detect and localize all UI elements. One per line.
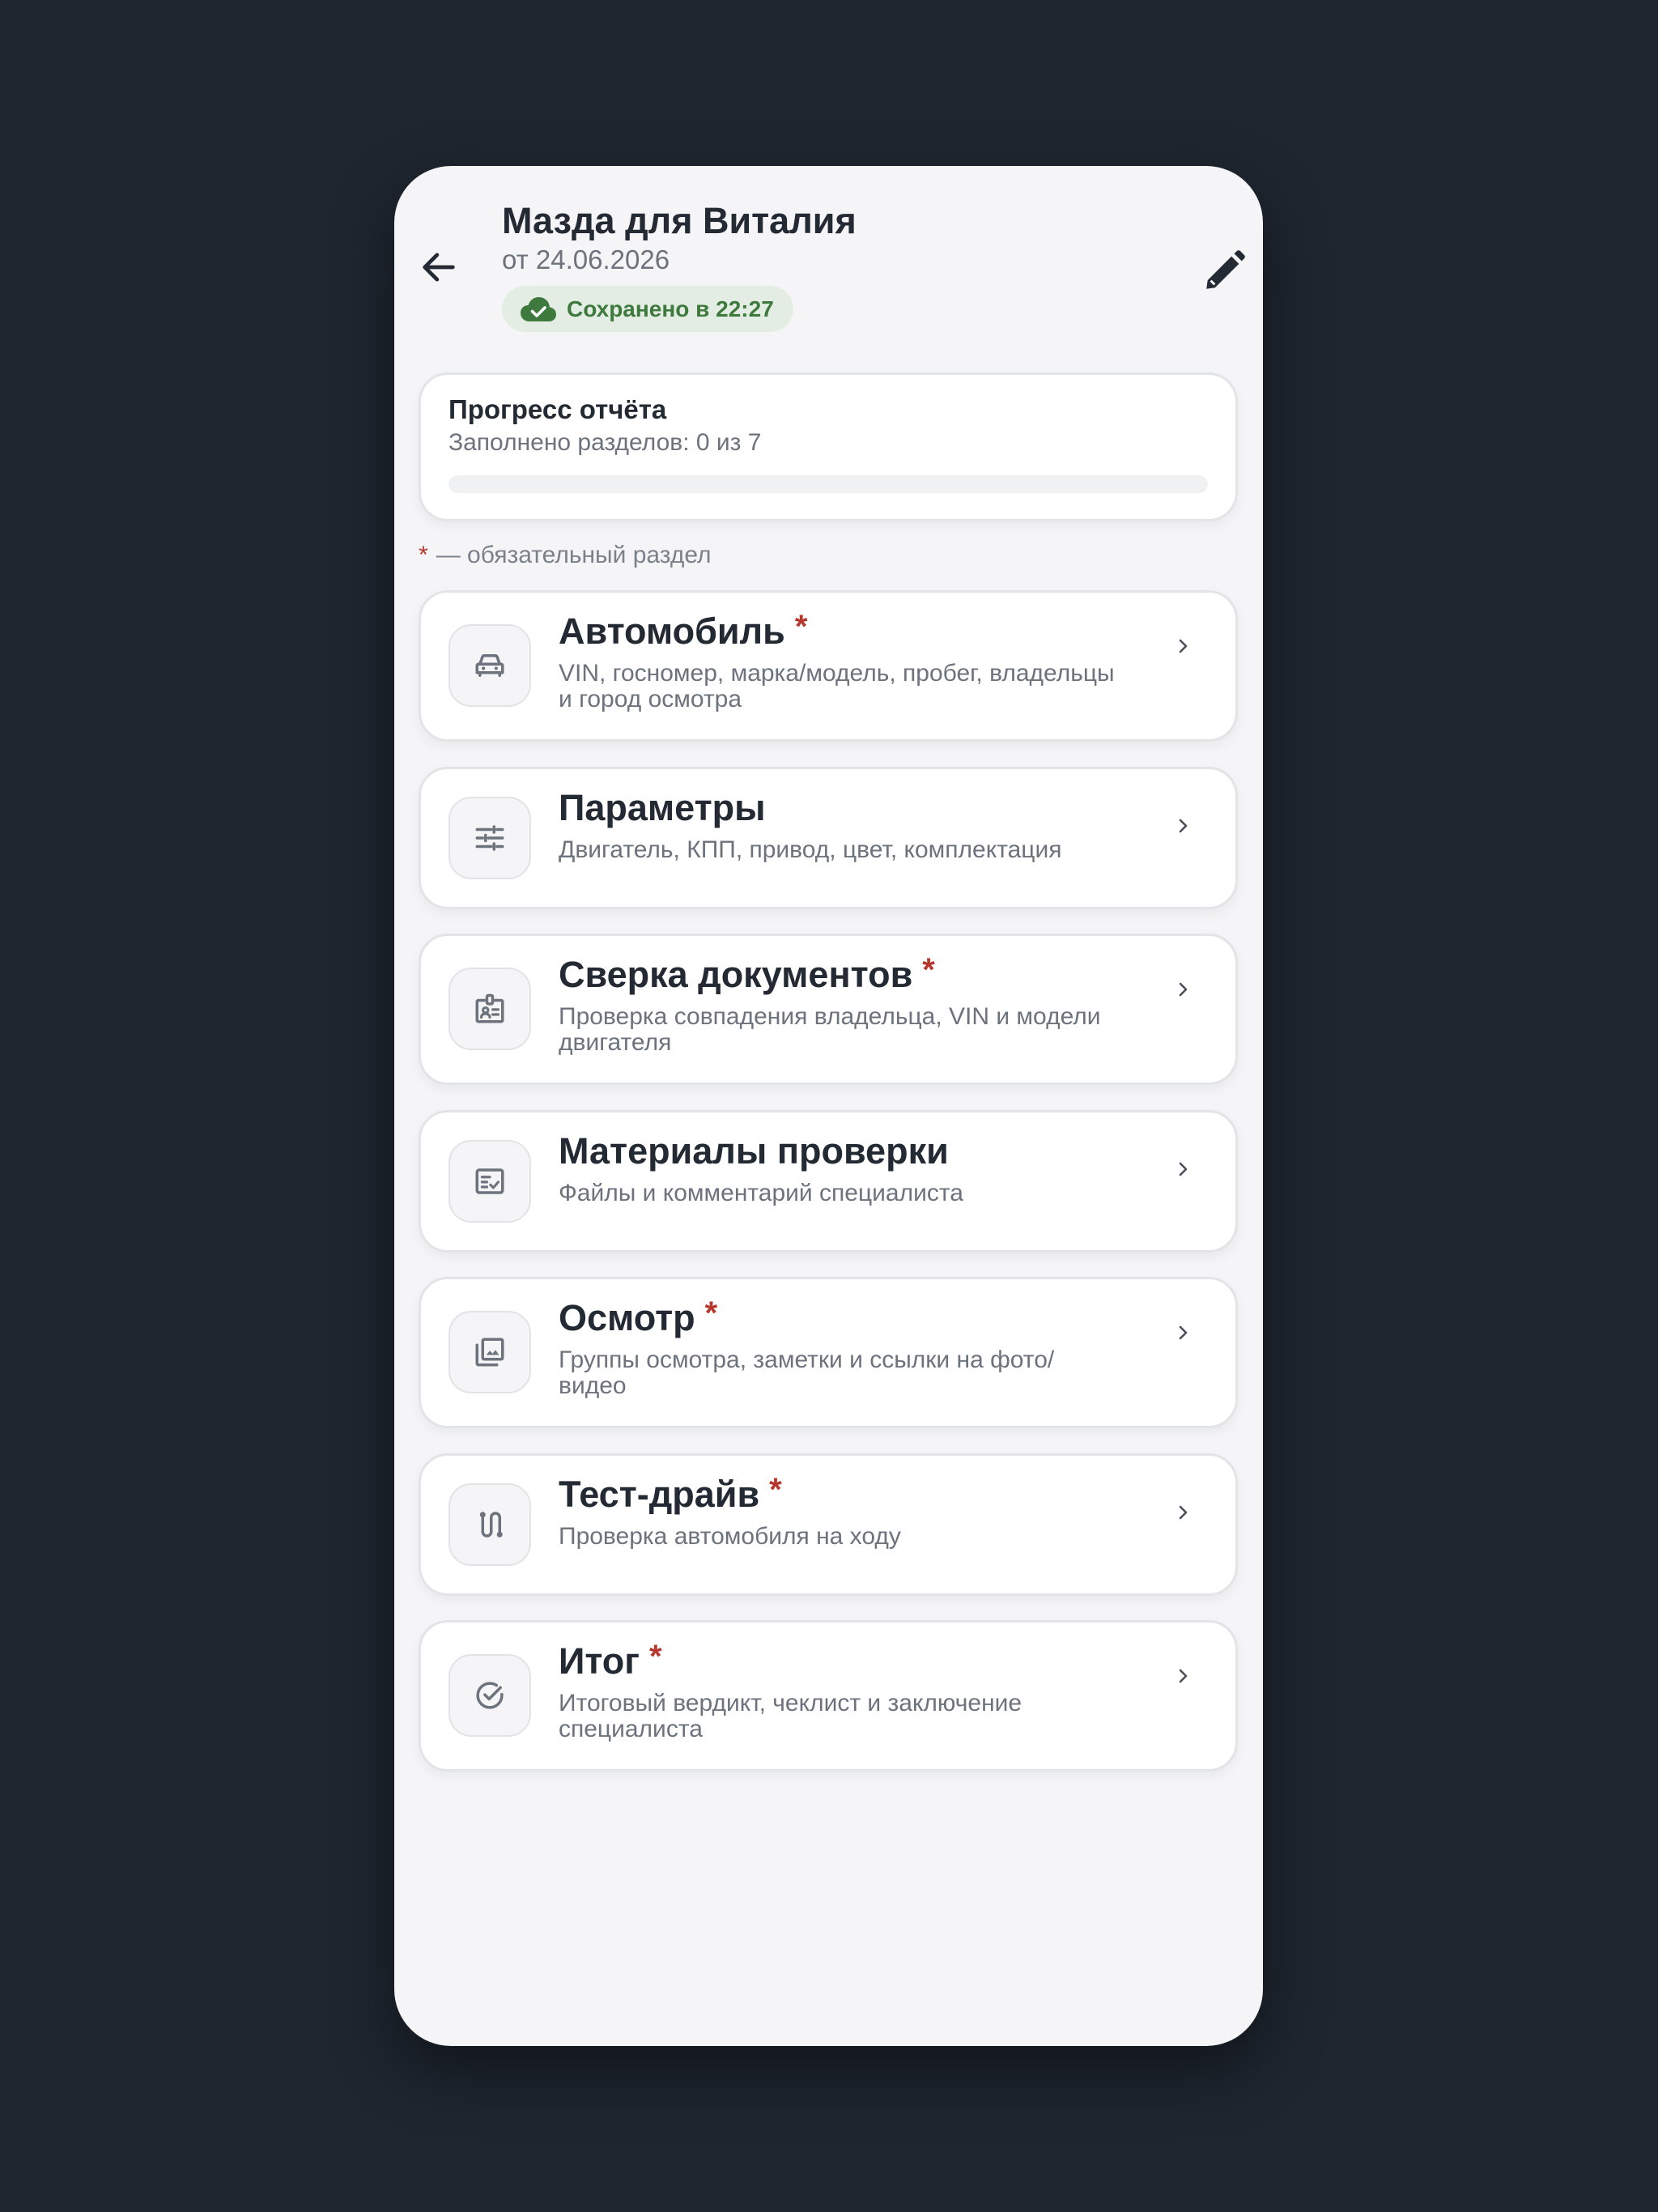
back-button[interactable] <box>410 239 467 296</box>
chevron-right-icon <box>1171 1321 1195 1345</box>
section-title: Итог * <box>559 1639 662 1682</box>
required-legend: * — обязательный раздел <box>419 542 712 569</box>
section-test-drive[interactable]: Тест-драйв * Проверка автомобиля на ходу <box>419 1453 1238 1596</box>
cloud-check-icon <box>521 296 556 321</box>
section-icon-box <box>449 1654 531 1737</box>
section-materials[interactable]: Материалы проверки Файлы и комментарий с… <box>419 1110 1238 1253</box>
required-star: * <box>922 952 935 988</box>
section-icon-box <box>449 968 531 1050</box>
chevron-right-icon <box>1171 634 1195 658</box>
check-circle-icon <box>476 1682 504 1709</box>
car-icon <box>475 654 504 677</box>
section-parameters[interactable]: Параметры Двигатель, КПП, привод, цвет, … <box>419 767 1238 909</box>
section-car[interactable]: Автомобиль * VIN, госномер, марка/модель,… <box>419 590 1238 742</box>
checklist-icon <box>475 1168 504 1194</box>
section-subtitle: Двигатель, КПП, привод, цвет, комплектац… <box>559 836 1062 863</box>
header: Мазда для Виталия от 24.06.2026 Сохранен… <box>394 166 1263 352</box>
progress-bar <box>449 475 1208 493</box>
sliders-icon <box>475 825 504 851</box>
section-subtitle: VIN, госномер, марка/модель, пробег, вла… <box>559 660 1115 713</box>
required-star: * <box>769 1472 782 1508</box>
arrow-left-icon <box>423 253 455 282</box>
app-screen: Мазда для Виталия от 24.06.2026 Сохранен… <box>394 166 1263 2046</box>
section-inspection[interactable]: Осмотр * Группы осмотра, заметки и ссылки… <box>419 1277 1238 1428</box>
section-subtitle: Проверка автомобиля на ходу <box>559 1523 901 1550</box>
saved-status-badge: Сохранено в 22:27 <box>502 286 793 332</box>
section-title: Параметры <box>559 787 766 828</box>
section-title: Материалы проверки <box>559 1130 949 1172</box>
section-subtitle: Итоговый вердикт, чеклист и заключение с… <box>559 1690 1022 1742</box>
progress-subtitle: Заполнено разделов: 0 из 7 <box>449 429 762 456</box>
page-title: Мазда для Виталия <box>502 200 857 241</box>
report-date: от 24.06.2026 <box>502 245 670 274</box>
section-icon-box <box>449 797 531 879</box>
section-title: Тест-драйв * <box>559 1472 782 1515</box>
id-badge-icon <box>475 993 504 1023</box>
chevron-right-icon <box>1171 1157 1195 1181</box>
required-legend-text: — обязательный раздел <box>436 542 712 568</box>
section-summary[interactable]: Итог * Итоговый вердикт, чеклист и заключ… <box>419 1620 1238 1772</box>
section-icon-box <box>449 1483 531 1566</box>
route-icon <box>479 1512 503 1538</box>
section-subtitle: Файлы и комментарий специалиста <box>559 1180 963 1206</box>
section-subtitle: Группы осмотра, заметки и ссылки на фото… <box>559 1346 1055 1399</box>
chevron-right-icon <box>1171 1500 1195 1525</box>
saved-status-text: Сохранено в 22:27 <box>567 296 774 321</box>
section-title: Осмотр * <box>559 1295 718 1338</box>
required-star: * <box>704 1295 718 1331</box>
required-star: * <box>419 542 428 568</box>
chevron-right-icon <box>1171 1664 1195 1688</box>
edit-button[interactable] <box>1198 245 1250 297</box>
section-subtitle: Проверка совпадения владельца, VIN и мод… <box>559 1003 1101 1056</box>
required-star: * <box>649 1639 662 1674</box>
section-icon-box <box>449 1311 531 1393</box>
photo-library-icon <box>475 1338 504 1367</box>
required-star: * <box>794 609 808 644</box>
section-title: Сверка документов * <box>559 952 935 995</box>
section-documents[interactable]: Сверка документов * Проверка совпадения в… <box>419 934 1238 1085</box>
section-title: Автомобиль * <box>559 609 808 652</box>
chevron-right-icon <box>1171 977 1195 1002</box>
pencil-icon <box>1206 250 1245 289</box>
section-icon-box <box>449 624 531 707</box>
section-icon-box <box>449 1140 531 1223</box>
chevron-right-icon <box>1171 814 1195 838</box>
progress-title: Прогресс отчёта <box>449 394 667 424</box>
progress-card: Прогресс отчёта Заполнено разделов: 0 из… <box>419 372 1238 521</box>
